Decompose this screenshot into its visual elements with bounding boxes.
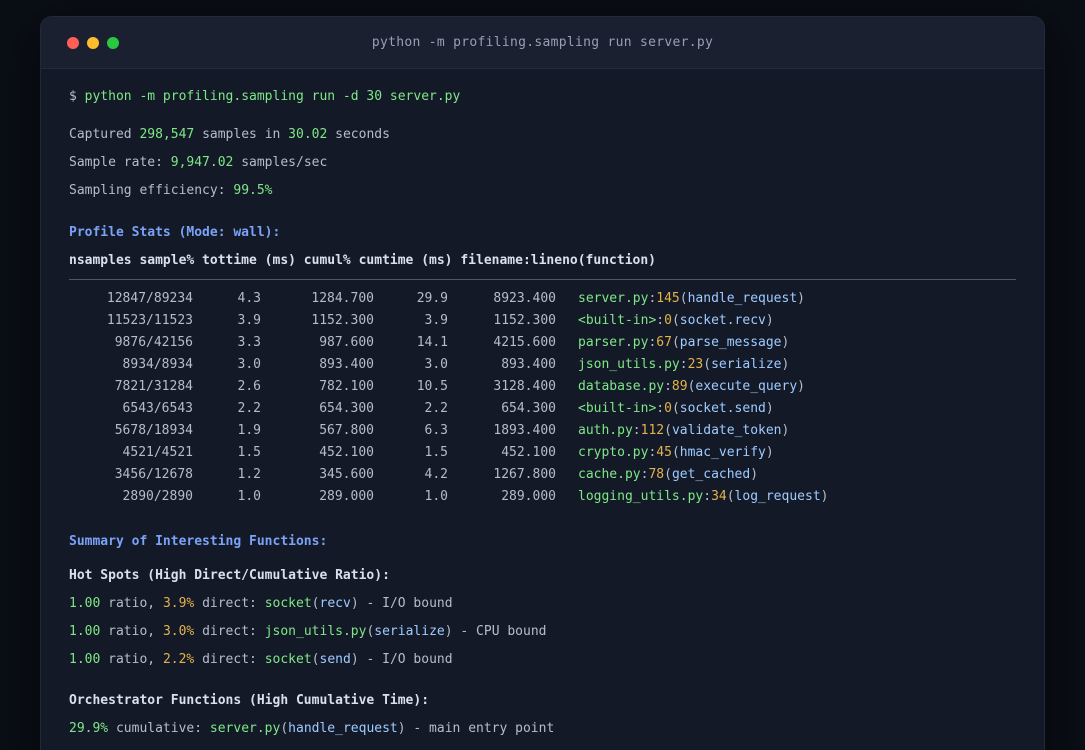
cell-sample_pct: 1.5 <box>237 445 261 460</box>
cell-nsamples: 11523/11523 <box>106 313 193 328</box>
cell-location: database.py:89(execute_query) <box>578 379 805 394</box>
cell-cumul_pct: 10.5 <box>416 379 448 394</box>
terminal-output[interactable]: $ python -m profiling.sampling run -d 30… <box>41 69 1044 750</box>
cell-sample_pct: 3.3 <box>237 335 261 350</box>
shell-command-line: $ python -m profiling.sampling run -d 30… <box>69 89 461 104</box>
table-divider <box>69 279 1016 280</box>
cell-sample_pct: 1.2 <box>237 467 261 482</box>
cell-nsamples: 2890/2890 <box>122 489 193 504</box>
summary-heading: Summary of Interesting Functions: <box>69 534 328 549</box>
cell-tottime_ms: 1284.700 <box>311 291 374 306</box>
profile-table-row: 11523/11523 3.9 1152.300 3.9 1152.300 <built-… <box>69 310 1016 332</box>
profile-table-row: 12847/89234 4.3 1284.700 29.9 8923.400 server… <box>69 288 1016 310</box>
cell-cumul_pct: 6.3 <box>424 423 448 438</box>
cell-cumtime_ms: 1267.800 <box>493 467 556 482</box>
cell-nsamples: 7821/31284 <box>114 379 193 394</box>
profile-table-row: 6543/6543 2.2 654.300 2.2 654.300 <built-in>:… <box>69 398 1016 420</box>
cell-cumtime_ms: 654.300 <box>501 401 556 416</box>
orchestrator-line: 14.1% cumulative: parser.py(parse_messag… <box>69 743 1016 750</box>
cell-cumtime_ms: 4215.600 <box>493 335 556 350</box>
cell-location: crypto.py:45(hmac_verify) <box>578 445 774 460</box>
profile-table-header: nsamples sample% tottime (ms) cumul% cum… <box>69 253 656 268</box>
window-controls <box>67 36 119 49</box>
cell-location: parser.py:67(parse_message) <box>578 335 790 350</box>
cell-cumul_pct: 3.9 <box>424 313 448 328</box>
cell-cumul_pct: 4.2 <box>424 467 448 482</box>
cell-cumtime_ms: 452.100 <box>501 445 556 460</box>
minimize-button[interactable] <box>87 36 99 49</box>
cell-cumtime_ms: 1893.400 <box>493 423 556 438</box>
close-button[interactable] <box>67 36 79 49</box>
cell-nsamples: 6543/6543 <box>122 401 193 416</box>
cell-cumul_pct: 1.0 <box>424 489 448 504</box>
sampling-efficiency-line: Sampling efficiency: 99.5% <box>69 183 273 198</box>
profile-table-row: 7821/31284 2.6 782.100 10.5 3128.400 database… <box>69 376 1016 398</box>
terminal-window: python -m profiling.sampling run server.… <box>40 16 1045 750</box>
cell-tottime_ms: 1152.300 <box>311 313 374 328</box>
cell-nsamples: 8934/8934 <box>122 357 193 372</box>
cell-sample_pct: 3.0 <box>237 357 261 372</box>
orchestrator-list: 29.9% cumulative: server.py(handle_reque… <box>69 715 1016 750</box>
profile-stats-heading: Profile Stats (Mode: wall): <box>69 225 281 240</box>
cell-cumtime_ms: 893.400 <box>501 357 556 372</box>
cell-location: <built-in>:0(socket.send) <box>578 401 774 416</box>
cell-sample_pct: 3.9 <box>237 313 261 328</box>
cell-location: auth.py:112(validate_token) <box>578 423 790 438</box>
cell-cumul_pct: 1.5 <box>424 445 448 460</box>
cell-cumtime_ms: 8923.400 <box>493 291 556 306</box>
profile-table-row: 9876/42156 3.3 987.600 14.1 4215.600 parser.p… <box>69 332 1016 354</box>
hot-spots-list: 1.00 ratio, 3.9% direct: socket(recv) - … <box>69 590 1016 674</box>
cell-nsamples: 9876/42156 <box>114 335 193 350</box>
cell-cumul_pct: 14.1 <box>416 335 448 350</box>
window-title: python -m profiling.sampling run server.… <box>371 35 714 50</box>
cell-sample_pct: 1.9 <box>237 423 261 438</box>
cell-cumul_pct: 29.9 <box>416 291 448 306</box>
profile-table-row: 2890/2890 1.0 289.000 1.0 289.000 logging_uti… <box>69 486 1016 508</box>
orchestrator-heading: Orchestrator Functions (High Cumulative … <box>69 693 430 708</box>
hot-spot-line: 1.00 ratio, 3.9% direct: socket(recv) - … <box>69 596 453 611</box>
title-bar[interactable]: python -m profiling.sampling run server.… <box>41 17 1044 69</box>
orchestrator-line: 29.9% cumulative: server.py(handle_reque… <box>69 721 555 736</box>
hot-spot-line: 1.00 ratio, 2.2% direct: socket(send) - … <box>69 652 453 667</box>
cell-tottime_ms: 345.600 <box>319 467 374 482</box>
cell-sample_pct: 2.2 <box>237 401 261 416</box>
cell-cumtime_ms: 1152.300 <box>493 313 556 328</box>
cell-cumtime_ms: 289.000 <box>501 489 556 504</box>
sample-rate-line: Sample rate: 9,947.02 samples/sec <box>69 155 328 170</box>
cell-tottime_ms: 289.000 <box>319 489 374 504</box>
hot-spots-heading: Hot Spots (High Direct/Cumulative Ratio)… <box>69 568 390 583</box>
cell-tottime_ms: 893.400 <box>319 357 374 372</box>
cell-cumtime_ms: 3128.400 <box>493 379 556 394</box>
cell-tottime_ms: 782.100 <box>319 379 374 394</box>
cell-tottime_ms: 654.300 <box>319 401 374 416</box>
cell-nsamples: 4521/4521 <box>122 445 193 460</box>
cell-tottime_ms: 567.800 <box>319 423 374 438</box>
cell-location: server.py:145(handle_request) <box>578 291 805 306</box>
cell-nsamples: 12847/89234 <box>106 291 193 306</box>
cell-location: json_utils.py:23(serialize) <box>578 357 790 372</box>
cell-nsamples: 3456/12678 <box>114 467 193 482</box>
profile-table-row: 5678/18934 1.9 567.800 6.3 1893.400 auth.py:1… <box>69 420 1016 442</box>
captured-samples-line: Captured 298,547 samples in 30.02 second… <box>69 127 390 142</box>
profile-table-row: 3456/12678 1.2 345.600 4.2 1267.800 cache.py:… <box>69 464 1016 486</box>
cell-location: cache.py:78(get_cached) <box>578 467 759 482</box>
hot-spot-line: 1.00 ratio, 3.0% direct: json_utils.py(s… <box>69 624 547 639</box>
cell-nsamples: 5678/18934 <box>114 423 193 438</box>
cell-sample_pct: 1.0 <box>237 489 261 504</box>
profile-table-row: 8934/8934 3.0 893.400 3.0 893.400 json_utils.… <box>69 354 1016 376</box>
cell-sample_pct: 2.6 <box>237 379 261 394</box>
cell-sample_pct: 4.3 <box>237 291 261 306</box>
cell-cumul_pct: 3.0 <box>424 357 448 372</box>
profile-table: 12847/89234 4.3 1284.700 29.9 8923.400 server… <box>69 288 1016 508</box>
profile-table-row: 4521/4521 1.5 452.100 1.5 452.100 crypto.py:4… <box>69 442 1016 464</box>
zoom-button[interactable] <box>107 36 119 49</box>
cell-cumul_pct: 2.2 <box>424 401 448 416</box>
cell-location: <built-in>:0(socket.recv) <box>578 313 774 328</box>
cell-tottime_ms: 987.600 <box>319 335 374 350</box>
cell-location: logging_utils.py:34(log_request) <box>578 489 829 504</box>
desktop-background: python -m profiling.sampling run server.… <box>0 0 1085 750</box>
cell-tottime_ms: 452.100 <box>319 445 374 460</box>
